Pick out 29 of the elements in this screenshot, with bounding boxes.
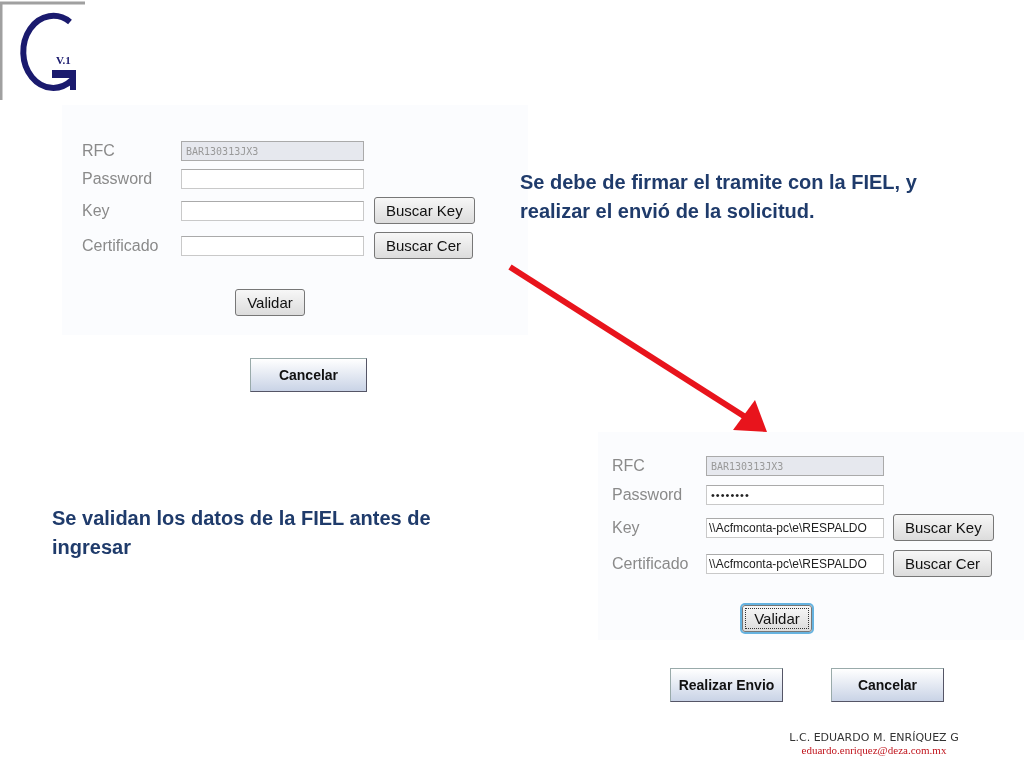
logo-text: V.1 bbox=[56, 54, 71, 66]
field-label: Key bbox=[612, 518, 641, 537]
field-label: RFC bbox=[612, 457, 646, 475]
field-label: Certificado bbox=[612, 554, 690, 573]
browse-button[interactable]: Buscar Key bbox=[893, 514, 994, 541]
input-field[interactable]: \\Acfmconta-pc\e\RESPALDO bbox=[706, 517, 884, 538]
input-field[interactable]: •••••••• bbox=[706, 485, 884, 505]
browse-button[interactable]: Buscar Cer bbox=[893, 550, 993, 577]
input-field[interactable] bbox=[181, 200, 364, 221]
input-field[interactable] bbox=[181, 235, 364, 256]
browse-button[interactable]: Buscar Key bbox=[374, 197, 475, 224]
logo-icon bbox=[0, 0, 86, 102]
input-field[interactable] bbox=[181, 169, 364, 189]
browse-button[interactable]: Buscar Cer bbox=[374, 232, 474, 259]
author-name: L.C. EDUARDO M. ENRÍQUEZ G bbox=[789, 731, 959, 744]
field-label: Password bbox=[82, 170, 154, 188]
action-button[interactable]: Cancelar bbox=[250, 358, 367, 392]
input-field[interactable]: \\Acfmconta-pc\e\RESPALDO bbox=[706, 553, 884, 574]
author-email: eduardo.enriquez@deza.com.mx bbox=[801, 744, 947, 756]
validate-button[interactable]: Validar bbox=[235, 289, 305, 316]
field-label: Password bbox=[612, 486, 684, 504]
field-label: Certificado bbox=[82, 236, 160, 255]
caption-text: Se validan los datos de la FIEL antes de ingresar bbox=[52, 506, 432, 560]
caption-text: Se debe de firmar el tramite con la FIEL, y realizar el envió de la solicitud. bbox=[520, 170, 918, 224]
validate-button[interactable]: Validar bbox=[742, 605, 812, 632]
field-label: Key bbox=[82, 201, 111, 220]
field-label: RFC bbox=[82, 142, 116, 160]
action-button[interactable]: Cancelar bbox=[831, 668, 944, 702]
action-button[interactable]: Realizar Envio bbox=[670, 668, 783, 702]
